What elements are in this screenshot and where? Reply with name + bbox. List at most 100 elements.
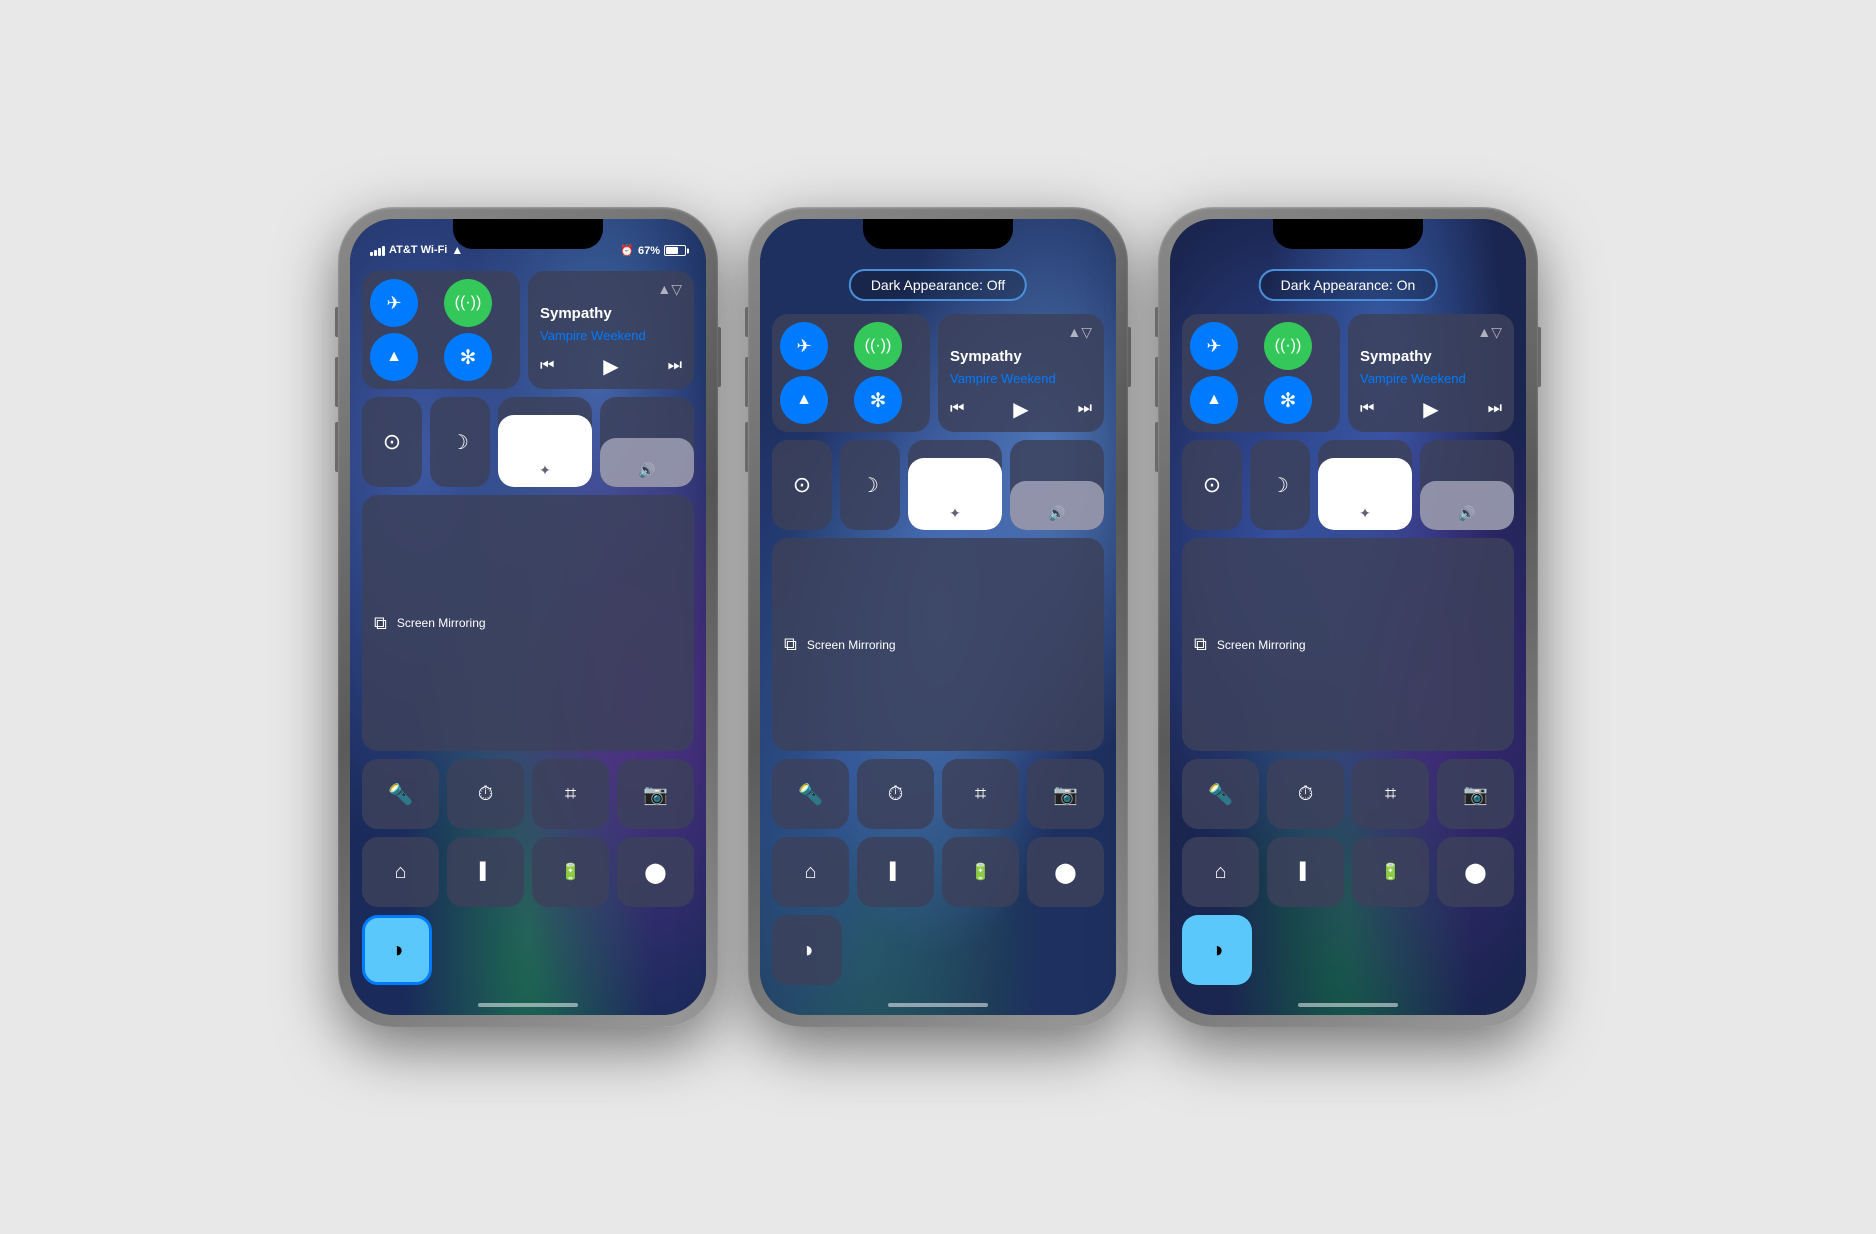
rotation-lock-btn[interactable]: ⊙	[362, 397, 422, 487]
icons-row-1: 🔦 ⏱ ⌗ 📷	[362, 759, 694, 829]
mirror-label: Screen Mirroring	[397, 616, 486, 630]
home-btn-3[interactable]: ⌂	[1182, 837, 1259, 907]
battery-icon	[664, 245, 686, 256]
top-row-2: ✈ ((·)) ▲ ✻ ▲▽ Sympathy Vampire Weekend	[772, 314, 1104, 432]
volume-slider-2[interactable]: 🔊	[1010, 440, 1104, 530]
airplane-mode-btn-3[interactable]: ✈	[1190, 322, 1238, 370]
wifi-btn[interactable]: ▲	[370, 333, 418, 381]
play-btn[interactable]: ▶	[603, 354, 618, 379]
calculator-btn-2[interactable]: ⌗	[942, 759, 1019, 829]
icons-row-3: 🔦 ⏱ ⌗ 📷	[772, 759, 1104, 829]
brightness-slider-2[interactable]: ✦	[908, 440, 1002, 530]
bluetooth-btn[interactable]: ✻	[444, 333, 492, 381]
bluetooth-btn-3[interactable]: ✻	[1264, 376, 1312, 424]
calculator-btn[interactable]: ⌗	[532, 759, 609, 829]
flashlight-btn[interactable]: 🔦	[362, 759, 439, 829]
now-playing-box-1: ▲▽ Sympathy Vampire Weekend ⏮ ▶ ⏭	[528, 271, 694, 389]
brightness-slider-3[interactable]: ✦	[1318, 440, 1412, 530]
now-playing-title-3: Sympathy	[1360, 348, 1502, 365]
flashlight-btn-3[interactable]: 🔦	[1182, 759, 1259, 829]
control-center-3: ✈ ((·)) ▲ ✻ ▲▽ Sympathy Vampire Weekend	[1182, 314, 1514, 985]
home-btn-2[interactable]: ⌂	[772, 837, 849, 907]
timer-btn-2[interactable]: ⏱	[857, 759, 934, 829]
icons-row-6: ⌂ ▌ 🔋 ⬤	[1182, 837, 1514, 907]
now-playing-artist-2: Vampire Weekend	[950, 371, 1092, 386]
dnd-btn[interactable]: ☽	[430, 397, 490, 487]
mid-row-1: ⊙ ☽ ✦ 🔊	[362, 397, 694, 487]
dnd-btn-3[interactable]: ☽	[1250, 440, 1310, 530]
battery-btn-3[interactable]: 🔋	[1352, 837, 1429, 907]
airplane-mode-btn[interactable]: ✈	[370, 279, 418, 327]
bottom-row-2: ◑	[772, 915, 1104, 985]
mirror-icon: ⧉	[374, 613, 387, 634]
fastforward-btn-2[interactable]: ⏭	[1078, 400, 1092, 418]
rotation-lock-btn-2[interactable]: ⊙	[772, 440, 832, 530]
volume-slider-3[interactable]: 🔊	[1420, 440, 1514, 530]
screen-mirroring-btn-3[interactable]: ⧉ Screen Mirroring	[1182, 538, 1514, 751]
wifi-btn-2[interactable]: ▲	[780, 376, 828, 424]
phone-screen-3: Dark Appearance: On ✈ ((·)) ▲ ✻ ▲▽	[1170, 219, 1526, 1015]
dnd-btn-2[interactable]: ☽	[840, 440, 900, 530]
brightness-slider[interactable]: ✦	[498, 397, 592, 487]
camera-btn-2[interactable]: 📷	[1027, 759, 1104, 829]
now-playing-title-1: Sympathy	[540, 305, 682, 322]
screen-mirroring-btn-2[interactable]: ⧉ Screen Mirroring	[772, 538, 1104, 751]
timer-btn[interactable]: ⏱	[447, 759, 524, 829]
airplay-icon-3: ▲▽	[1477, 324, 1502, 341]
camera-btn[interactable]: 📷	[617, 759, 694, 829]
notch-2	[863, 219, 1013, 249]
bluetooth-btn-2[interactable]: ✻	[854, 376, 902, 424]
record-btn-3[interactable]: ⬤	[1437, 837, 1514, 907]
battery-btn-2[interactable]: 🔋	[942, 837, 1019, 907]
record-btn[interactable]: ⬤	[617, 837, 694, 907]
signal-icon	[370, 244, 385, 256]
phone-frame-3: Dark Appearance: On ✈ ((·)) ▲ ✻ ▲▽	[1158, 207, 1538, 1027]
mirror-label-3: Screen Mirroring	[1217, 638, 1306, 652]
airplane-mode-btn-2[interactable]: ✈	[780, 322, 828, 370]
mirror-label-2: Screen Mirroring	[807, 638, 896, 652]
phone-1: AT&T Wi-Fi ▲ ⏰ 67%	[338, 207, 718, 1027]
cellular-btn-3[interactable]: ((·))	[1264, 322, 1312, 370]
home-indicator-1	[478, 1003, 578, 1007]
flashlight-btn-2[interactable]: 🔦	[772, 759, 849, 829]
accessibility-cyan-btn[interactable]: ◑	[1182, 915, 1252, 985]
timer-btn-3[interactable]: ⏱	[1267, 759, 1344, 829]
carrier-label: AT&T Wi-Fi	[389, 244, 447, 256]
notch-3	[1273, 219, 1423, 249]
calculator-btn-3[interactable]: ⌗	[1352, 759, 1429, 829]
airplay-icon-2: ▲▽	[1067, 324, 1092, 341]
playback-controls-1: ⏮ ▶ ⏭	[540, 354, 682, 379]
playback-controls-2: ⏮ ▶ ⏭	[950, 397, 1092, 422]
volume-slider[interactable]: 🔊	[600, 397, 694, 487]
play-btn-2[interactable]: ▶	[1013, 397, 1028, 422]
rotation-lock-btn-3[interactable]: ⊙	[1182, 440, 1242, 530]
remote-btn-3[interactable]: ▌	[1267, 837, 1344, 907]
cellular-btn[interactable]: ((·))	[444, 279, 492, 327]
remote-btn-2[interactable]: ▌	[857, 837, 934, 907]
rewind-btn-3[interactable]: ⏮	[1360, 400, 1374, 418]
fastforward-btn-3[interactable]: ⏭	[1488, 400, 1502, 418]
fastforward-btn[interactable]: ⏭	[668, 357, 682, 375]
cellular-btn-2[interactable]: ((·))	[854, 322, 902, 370]
screen-mirroring-btn[interactable]: ⧉ Screen Mirroring	[362, 495, 694, 751]
rewind-btn-2[interactable]: ⏮	[950, 400, 964, 418]
accessibility-btn-2[interactable]: ◑	[772, 915, 842, 985]
record-btn-2[interactable]: ⬤	[1027, 837, 1104, 907]
wifi-btn-3[interactable]: ▲	[1190, 376, 1238, 424]
top-row-3: ✈ ((·)) ▲ ✻ ▲▽ Sympathy Vampire Weekend	[1182, 314, 1514, 432]
control-center-2: ✈ ((·)) ▲ ✻ ▲▽ Sympathy Vampire Weekend	[772, 314, 1104, 985]
dark-appearance-banner-off: Dark Appearance: Off	[849, 269, 1027, 301]
icons-row-2: ⌂ ▌ 🔋 ⬤	[362, 837, 694, 907]
alarm-icon: ⏰	[620, 244, 634, 257]
accessibility-active-btn[interactable]: ◑	[362, 915, 432, 985]
play-btn-3[interactable]: ▶	[1423, 397, 1438, 422]
now-playing-artist-3: Vampire Weekend	[1360, 371, 1502, 386]
home-btn[interactable]: ⌂	[362, 837, 439, 907]
remote-btn[interactable]: ▌	[447, 837, 524, 907]
volume-icon-3: 🔊	[1458, 505, 1475, 522]
camera-btn-3[interactable]: 📷	[1437, 759, 1514, 829]
battery-btn[interactable]: 🔋	[532, 837, 609, 907]
top-row-1: ✈ ((·)) ▲ ✻ ▲▽ Sympathy Vampire Weekend	[362, 271, 694, 389]
connectivity-box-3: ✈ ((·)) ▲ ✻	[1182, 314, 1340, 432]
rewind-btn[interactable]: ⏮	[540, 357, 554, 375]
